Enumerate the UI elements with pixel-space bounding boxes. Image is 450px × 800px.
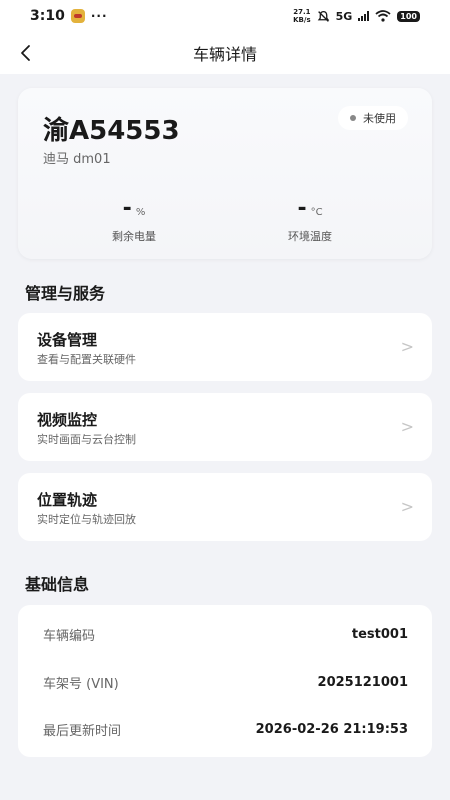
status-badge-label: 未使用 — [363, 112, 396, 125]
basic-info-card: 车辆编码 test001 车架号 (VIN) 2025121001 最后更新时间… — [18, 605, 432, 757]
temperature-stat: - °C 环境温度 — [230, 196, 390, 244]
battery-stat: - % 剩余电量 — [54, 196, 214, 244]
back-button[interactable] — [14, 41, 38, 65]
chevron-left-icon — [21, 45, 30, 61]
service-description: 实时画面与云台控制 — [37, 433, 136, 446]
status-left: 3:10 ··· — [30, 8, 108, 24]
page-title: 车辆详情 — [192, 45, 257, 64]
info-value: 2025121001 — [317, 674, 408, 690]
status-right: 27.1 KB/s 5G 100 — [293, 8, 420, 24]
status-badge: 未使用 — [338, 106, 408, 130]
service-description: 查看与配置关联硬件 — [37, 353, 136, 366]
network-type: 5G — [335, 9, 353, 23]
info-label: 车辆编码 — [43, 628, 96, 644]
temperature-value: - — [297, 196, 307, 221]
battery-value: - — [122, 196, 132, 221]
info-row-vehicle-code: 车辆编码 test001 — [43, 624, 408, 644]
chevron-right-icon: > — [400, 497, 414, 516]
status-time: 3:10 — [30, 8, 65, 24]
location-track-card[interactable]: 位置轨迹 实时定位与轨迹回放 > — [18, 473, 432, 541]
service-title: 位置轨迹 — [37, 491, 98, 509]
vehicle-plate: 渝A54553 — [43, 116, 180, 146]
vehicle-model: 迪马 dm01 — [43, 152, 111, 167]
basic-info-section-title: 基础信息 — [25, 575, 90, 594]
battery-unit: % — [135, 207, 146, 218]
service-title: 视频监控 — [37, 411, 98, 429]
chevron-right-icon: > — [400, 417, 414, 436]
battery-label: 剩余电量 — [112, 230, 156, 243]
info-value: test001 — [351, 626, 408, 642]
vehicle-summary-card: 渝A54553 迪马 dm01 未使用 - % 剩余电量 - °C 环境温度 — [18, 88, 432, 259]
info-label: 车架号 (VIN) — [43, 676, 119, 692]
wifi-icon — [375, 10, 391, 22]
net-speed-value: 27.1 — [293, 8, 311, 16]
info-row-vin: 车架号 (VIN) 2025121001 — [43, 672, 408, 692]
service-title: 设备管理 — [37, 331, 98, 349]
bell-mute-icon — [317, 10, 329, 22]
device-management-card[interactable]: 设备管理 查看与配置关联硬件 > — [18, 313, 432, 381]
temperature-unit: °C — [310, 207, 323, 218]
app-header: 车辆详情 — [0, 32, 450, 74]
info-row-last-updated: 最后更新时间 2026-02-26 21:19:53 — [43, 719, 408, 739]
temperature-label: 环境温度 — [288, 230, 332, 243]
chevron-right-icon: > — [400, 337, 414, 356]
battery-indicator: 100 — [397, 10, 420, 22]
more-notifications-icon: ··· — [90, 9, 108, 23]
status-dot-icon — [350, 115, 356, 121]
status-bar: 3:10 ··· 27.1 KB/s 5G 100 — [0, 0, 450, 32]
video-monitoring-card[interactable]: 视频监控 实时画面与云台控制 > — [18, 393, 432, 461]
net-speed-unit: KB/s — [293, 16, 311, 24]
info-value: 2026-02-26 21:19:53 — [255, 721, 408, 737]
service-description: 实时定位与轨迹回放 — [37, 513, 136, 526]
net-speed: 27.1 KB/s — [293, 8, 310, 24]
info-label: 最后更新时间 — [43, 723, 122, 739]
app-notification-icon — [70, 9, 85, 23]
services-section-title: 管理与服务 — [25, 284, 106, 303]
signal-icon — [358, 11, 370, 21]
